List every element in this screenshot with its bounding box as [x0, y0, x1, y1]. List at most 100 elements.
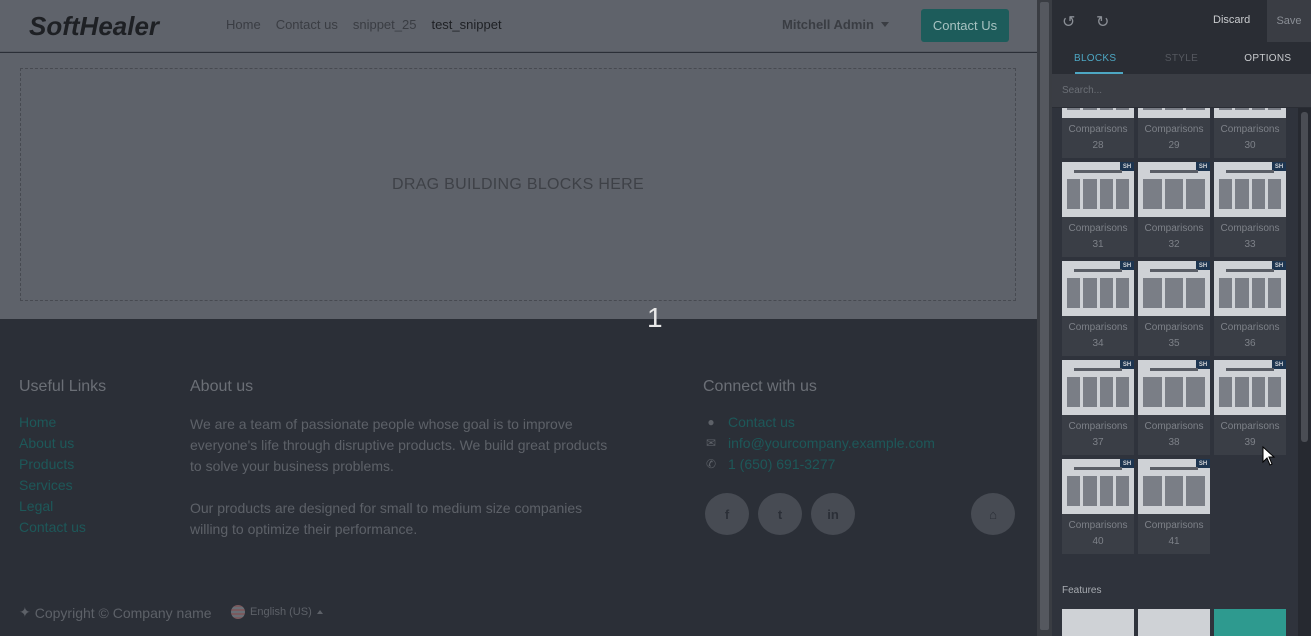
- tab-options[interactable]: OPTIONS: [1225, 42, 1311, 74]
- snippet-thumbnail: SH: [1214, 162, 1286, 217]
- snippet-block[interactable]: SH Comparisons 32: [1138, 162, 1210, 257]
- caret-up-icon: [316, 610, 323, 614]
- page-scrollbar[interactable]: [1037, 0, 1052, 636]
- footer-link-services[interactable]: Services: [19, 477, 86, 493]
- snippet-thumbnail: SH: [1214, 261, 1286, 316]
- footer-link-legal[interactable]: Legal: [19, 498, 86, 514]
- snippet-thumbnail: SH: [1138, 459, 1210, 514]
- site-footer: Useful Links Home About us Products Serv…: [0, 319, 1037, 636]
- thumb-column: [1267, 377, 1281, 407]
- snippet-block[interactable]: SH Comparisons 33: [1214, 162, 1286, 257]
- thumb-column: [1067, 476, 1081, 506]
- editor-panel: ↺ ↻ Discard Save BLOCKS STYLE OPTIONS SH…: [1052, 0, 1311, 636]
- website-preview: SoftHealer Home Contact us snippet_25 te…: [0, 0, 1037, 636]
- snippet-block[interactable]: SH Comparisons 28: [1062, 108, 1134, 158]
- thumb-column: [1143, 377, 1162, 407]
- discard-button[interactable]: Discard: [1213, 14, 1250, 26]
- blocks-scrollbar[interactable]: [1298, 108, 1311, 636]
- twitter-icon[interactable]: t: [758, 493, 802, 535]
- feature-snippet-thumb[interactable]: [1214, 609, 1286, 636]
- page-scrollbar-thumb[interactable]: [1040, 2, 1049, 630]
- bug-icon: ✦: [19, 604, 31, 620]
- save-button[interactable]: Save: [1267, 0, 1311, 42]
- thumb-heading-bar: [1226, 269, 1274, 272]
- user-dropdown[interactable]: Mitchell Admin: [782, 17, 889, 32]
- connect-email-row[interactable]: ✉ info@yourcompany.example.com: [704, 435, 935, 451]
- snippet-block[interactable]: SH Comparisons 37: [1062, 360, 1134, 455]
- snippet-block[interactable]: SH Comparisons 36: [1214, 261, 1286, 356]
- thumb-column: [1083, 377, 1097, 407]
- thumb-column: [1251, 278, 1265, 308]
- connect-contact-row[interactable]: ● Contact us: [704, 414, 935, 430]
- connect-contact-text[interactable]: Contact us: [728, 414, 795, 430]
- social-links: f t in: [705, 493, 855, 535]
- thumb-column: [1143, 179, 1162, 209]
- features-thumbnails: [1062, 609, 1286, 636]
- footer-link-home[interactable]: Home: [19, 414, 86, 430]
- snippet-block[interactable]: SH Comparisons 41: [1138, 459, 1210, 554]
- snippet-block[interactable]: SH Comparisons 30: [1214, 108, 1286, 158]
- nav-home[interactable]: Home: [226, 17, 261, 32]
- phone-icon: ✆: [705, 457, 717, 471]
- thumb-columns: [1219, 108, 1281, 110]
- editor-toolbar: ↺ ↻ Discard Save: [1052, 0, 1311, 42]
- thumb-columns: [1067, 377, 1129, 407]
- connect-list: ● Contact us ✉ info@yourcompany.example.…: [704, 414, 935, 472]
- snippet-label: Comparisons 31: [1068, 223, 1128, 250]
- snippet-block[interactable]: SH Comparisons 39: [1214, 360, 1286, 455]
- snippet-label: Comparisons 36: [1220, 322, 1280, 349]
- linkedin-icon[interactable]: in: [811, 493, 855, 535]
- undo-icon[interactable]: ↺: [1062, 12, 1075, 32]
- building-blocks-dropzone[interactable]: DRAG BUILDING BLOCKS HERE: [20, 68, 1016, 301]
- snippet-thumbnail: SH: [1062, 108, 1134, 118]
- thumb-column: [1143, 108, 1162, 110]
- softhealer-logo[interactable]: SoftHealer: [29, 11, 197, 41]
- thumb-heading-bar: [1150, 170, 1198, 173]
- snippet-label: Comparisons 34: [1068, 322, 1128, 349]
- thumb-column: [1186, 476, 1206, 506]
- snippet-block[interactable]: SH Comparisons 38: [1138, 360, 1210, 455]
- contact-us-button[interactable]: Contact Us: [921, 9, 1009, 42]
- snippet-thumbnail: SH: [1214, 360, 1286, 415]
- softhealer-badge: SH: [1272, 162, 1286, 171]
- snippet-block[interactable]: SH Comparisons 29: [1138, 108, 1210, 158]
- snippet-thumbnail: SH: [1062, 261, 1134, 316]
- connect-email-text[interactable]: info@yourcompany.example.com: [728, 435, 935, 451]
- blocks-search-input[interactable]: [1062, 85, 1262, 96]
- thumb-columns: [1143, 476, 1206, 506]
- tab-style[interactable]: STYLE: [1138, 42, 1224, 74]
- thumb-column: [1186, 179, 1206, 209]
- home-icon[interactable]: ⌂: [971, 493, 1015, 535]
- thumb-column: [1083, 278, 1097, 308]
- footer-link-products[interactable]: Products: [19, 456, 86, 472]
- envelope-icon: ✉: [705, 436, 717, 450]
- footer-link-about-us[interactable]: About us: [19, 435, 86, 451]
- feature-snippet-thumb[interactable]: [1062, 609, 1134, 636]
- snippet-block[interactable]: SH Comparisons 31: [1062, 162, 1134, 257]
- blocks-scrollbar-thumb[interactable]: [1301, 112, 1308, 442]
- thumb-column: [1251, 377, 1265, 407]
- nav-test-snippet[interactable]: test_snippet: [431, 17, 501, 32]
- softhealer-badge: SH: [1120, 162, 1134, 171]
- snippet-label: Comparisons 37: [1068, 421, 1128, 448]
- thumb-column: [1186, 108, 1206, 110]
- connect-phone-text[interactable]: 1 (650) 691-3277: [728, 456, 835, 472]
- snippet-label: Comparisons 40: [1068, 520, 1128, 547]
- language-selector[interactable]: English (US): [231, 605, 323, 619]
- tab-blocks[interactable]: BLOCKS: [1052, 42, 1138, 74]
- nav-contact-us[interactable]: Contact us: [276, 17, 338, 32]
- redo-icon[interactable]: ↻: [1096, 12, 1109, 32]
- nav-snippet-25[interactable]: snippet_25: [353, 17, 417, 32]
- snippet-block[interactable]: SH Comparisons 34: [1062, 261, 1134, 356]
- connect-phone-row[interactable]: ✆ 1 (650) 691-3277: [704, 456, 935, 472]
- footer-link-contact-us[interactable]: Contact us: [19, 519, 86, 535]
- thumb-column: [1115, 476, 1129, 506]
- facebook-icon[interactable]: f: [705, 493, 749, 535]
- svg-text:SoftHealer: SoftHealer: [29, 11, 161, 41]
- feature-snippet-thumb[interactable]: [1138, 609, 1210, 636]
- thumb-column: [1099, 179, 1113, 209]
- snippet-block[interactable]: SH Comparisons 35: [1138, 261, 1210, 356]
- thumb-column: [1099, 278, 1113, 308]
- snippet-block[interactable]: SH Comparisons 40: [1062, 459, 1134, 554]
- softhealer-badge: SH: [1120, 261, 1134, 270]
